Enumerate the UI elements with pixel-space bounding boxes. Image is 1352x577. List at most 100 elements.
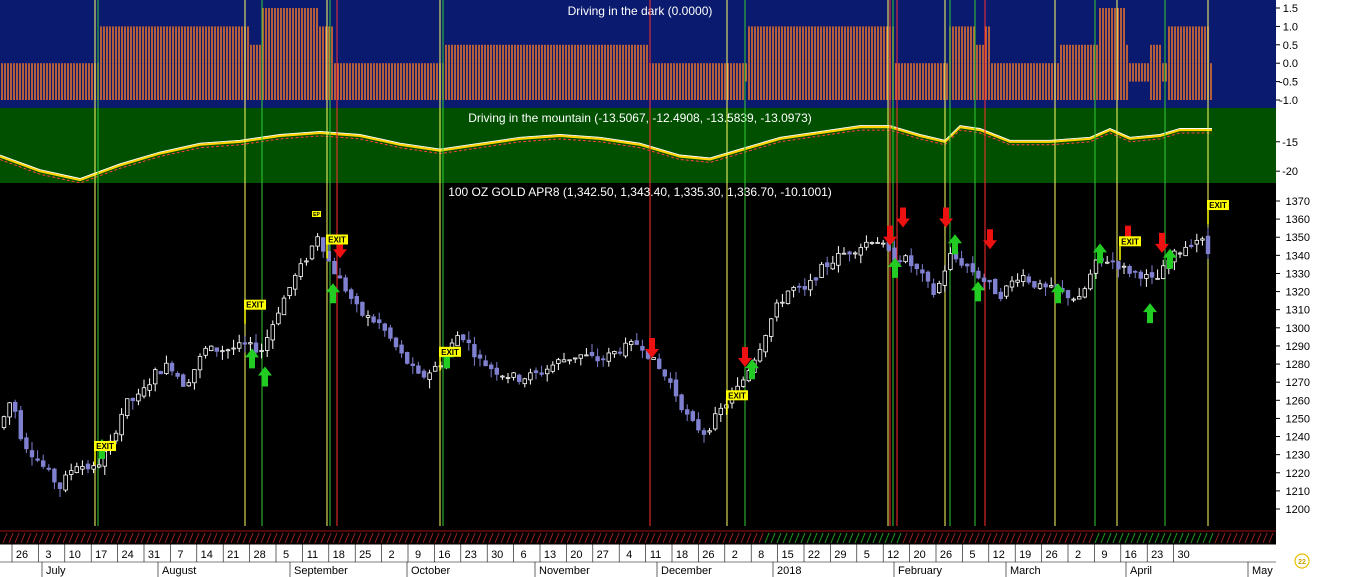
candle-body: [1065, 290, 1071, 299]
candle-body: [1183, 246, 1188, 257]
exit-badge-text: EXIT: [96, 442, 114, 451]
candle-body: [85, 463, 91, 470]
x-day-label: 26: [702, 549, 714, 561]
candle-body: [1177, 252, 1183, 255]
x-day-label: 5: [864, 549, 870, 561]
candle-body: [550, 364, 555, 372]
candle-body: [337, 275, 343, 279]
candle-body: [410, 363, 415, 366]
candle-body: [1127, 266, 1132, 274]
candle-body: [774, 302, 779, 318]
candle-body: [1037, 283, 1043, 289]
exit-badge-text: EXIT: [1121, 237, 1139, 246]
candle-body: [197, 356, 203, 371]
candle-body: [169, 362, 175, 372]
x-day-label: 26: [940, 549, 952, 561]
candle-body: [690, 411, 695, 421]
y-tick-label: -20: [1282, 166, 1298, 178]
candle-body: [841, 252, 847, 255]
candle-body: [292, 274, 298, 290]
candle-body: [533, 370, 539, 374]
candle-body: [332, 260, 337, 275]
x-day-label: 8: [758, 549, 764, 561]
candle-body: [130, 397, 135, 402]
candle-body: [460, 334, 466, 341]
trading-chart: Driving in the dark (0.0000) 1.5 1.0 0.5 0.…: [0, 0, 1310, 577]
candle-body: [556, 359, 561, 364]
candle-body: [147, 384, 152, 391]
candle-body: [1144, 274, 1149, 279]
candle-body: [858, 247, 863, 256]
candle-body: [718, 407, 723, 415]
candle-body: [1194, 239, 1199, 245]
candle-body: [393, 337, 399, 348]
candle-body: [629, 341, 634, 346]
x-month-label: February: [898, 565, 943, 577]
y-tick-label: 1350: [1286, 232, 1310, 244]
x-day-label: 26: [16, 549, 28, 561]
candle-body: [220, 350, 225, 353]
y-tick-label: 1360: [1286, 214, 1310, 226]
candle-body: [376, 319, 382, 324]
candle-body: [763, 335, 768, 353]
dark-indicator-y-axis: 1.5 1.0 0.5 0.0 -0.5 -1.0: [1276, 3, 1298, 107]
candle-body: [304, 260, 309, 263]
x-day-label: 20: [913, 549, 925, 561]
candle-body: [80, 466, 85, 470]
candle-body: [18, 410, 23, 440]
candle-body: [881, 242, 886, 245]
candle-body: [360, 301, 365, 316]
x-day-label: 30: [491, 549, 503, 561]
x-month-label: 2018: [777, 565, 801, 577]
candle-body: [1082, 288, 1087, 298]
candle-body: [1105, 261, 1110, 264]
candle-body: [1138, 271, 1143, 279]
x-day-label: 13: [544, 549, 556, 561]
x-day-label: 4: [626, 549, 632, 561]
candle-body: [186, 382, 191, 387]
candle-body: [264, 337, 270, 351]
volume-strip: [0, 526, 1276, 544]
candle-body: [875, 242, 880, 244]
candle-body: [225, 349, 231, 352]
candle-body: [993, 278, 998, 295]
candle-body: [1043, 283, 1048, 288]
candle-body: [365, 315, 371, 318]
candle-body: [371, 316, 376, 323]
x-month-label: May: [1252, 565, 1273, 577]
x-day-label: 18: [676, 549, 688, 561]
x-day-label: 17: [95, 549, 107, 561]
candle-body: [1021, 274, 1026, 282]
x-month-label: March: [1010, 565, 1041, 577]
price-y-axis: 1370 1360 1350 1340 1330 1320 1310 1300 1290 1280…: [1276, 196, 1310, 516]
candle-body: [701, 430, 707, 435]
x-day-label: 9: [1101, 549, 1107, 561]
candle-body: [517, 374, 522, 382]
y-tick-label: 1220: [1286, 468, 1310, 480]
candle-body: [1205, 235, 1211, 254]
y-tick-label: 1290: [1286, 341, 1310, 353]
candle-body: [404, 352, 410, 364]
candle-body: [780, 301, 785, 304]
y-tick-label: 1200: [1286, 504, 1310, 516]
x-month-label: August: [162, 565, 196, 577]
candle-body: [152, 369, 158, 385]
candle-body: [158, 371, 163, 375]
candle-body: [1200, 238, 1205, 241]
y-tick-label: -15: [1282, 137, 1298, 149]
x-day-label: 6: [521, 549, 527, 561]
x-day-label: 11: [650, 549, 661, 561]
y-tick-label: 1240: [1286, 432, 1310, 444]
candle-body: [343, 277, 348, 292]
candle-body: [791, 287, 796, 291]
candle-body: [757, 349, 763, 362]
dark-indicator-title: Driving in the dark (0.0000): [568, 4, 713, 18]
candle-body: [253, 342, 259, 353]
candle-body: [909, 255, 914, 267]
candle-body: [802, 286, 807, 290]
candle-body: [1110, 260, 1115, 263]
exit-badge-text: EXIT: [441, 348, 459, 357]
candle-body: [987, 279, 992, 283]
candle-body: [869, 242, 875, 244]
candle-body: [488, 364, 494, 370]
